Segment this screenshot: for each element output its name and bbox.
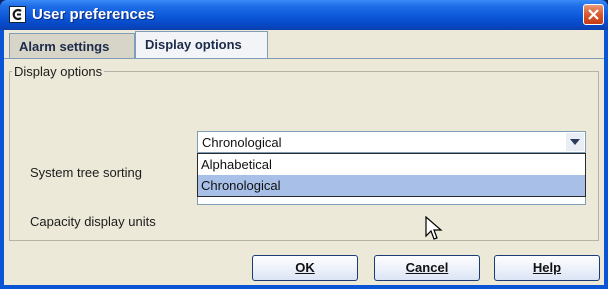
selected-value: Chronological [202, 135, 282, 150]
close-button[interactable] [583, 4, 604, 25]
tab-label: Alarm settings [19, 39, 110, 54]
title-bar[interactable]: User preferences [0, 0, 608, 30]
window-title: User preferences [32, 6, 155, 23]
mouse-pointer-icon [425, 216, 443, 240]
close-icon [588, 9, 599, 20]
dropdown-arrow-button[interactable] [566, 133, 584, 151]
chevron-down-icon [570, 139, 580, 145]
window-border-right [604, 30, 608, 289]
tab-display-options[interactable]: Display options [135, 31, 268, 59]
group-legend: Display options [12, 64, 105, 79]
option-alphabetical[interactable]: Alphabetical [198, 154, 585, 175]
tab-alarm-settings[interactable]: Alarm settings [9, 33, 135, 58]
system-tree-sorting-select[interactable]: Chronological [197, 131, 586, 153]
window-border-bottom [0, 285, 608, 289]
user-preferences-dialog: User preferences Alarm settings Display … [0, 0, 608, 289]
dialog-body: Alarm settings Display options Display o… [4, 30, 604, 285]
system-tree-sorting-label: System tree sorting [30, 165, 142, 180]
help-button[interactable]: Help [494, 255, 600, 281]
capacity-display-units-label: Capacity display units [30, 214, 156, 229]
ok-button[interactable]: OK [252, 255, 358, 281]
cancel-button[interactable]: Cancel [374, 255, 480, 281]
option-chronological[interactable]: Chronological [198, 175, 585, 196]
app-icon [9, 6, 26, 23]
tab-label: Display options [145, 37, 242, 52]
sorting-dropdown-list: Alphabetical Chronological [197, 153, 586, 197]
